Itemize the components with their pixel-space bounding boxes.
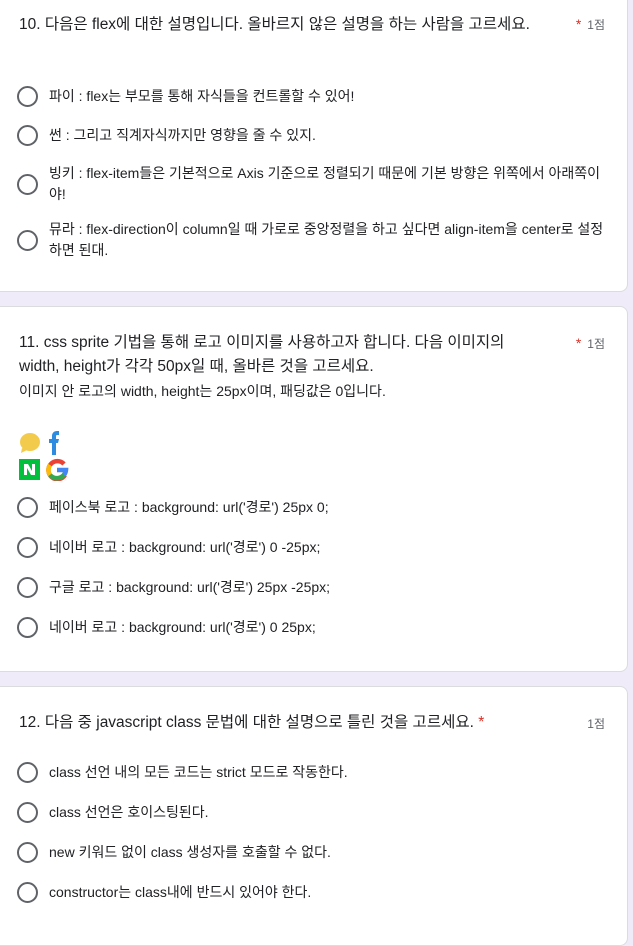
- option-label: 뮤라 : flex-direction이 column일 때 가로로 중앙정렬을…: [49, 221, 604, 258]
- radio-icon[interactable]: [17, 497, 38, 518]
- question-text: 10. 다음은 flex에 대한 설명입니다. 올바르지 않은 설명을 하는 사…: [19, 16, 530, 33]
- option-radio[interactable]: class 선언 내의 모든 코드는 strict 모드로 작동한다.: [17, 762, 348, 783]
- radio-icon[interactable]: [17, 173, 38, 195]
- option-radio[interactable]: 뮤라 : flex-direction이 column일 때 가로로 중앙정렬을…: [17, 219, 604, 261]
- option-label: 페이스북 로고 : background: url('경로') 25px 0;: [49, 499, 329, 515]
- question-description: 이미지 안 로고의 width, height는 25px이며, 패딩값은 0입…: [19, 383, 386, 399]
- option-radio[interactable]: 구글 로고 : background: url('경로') 25px -25px…: [17, 577, 330, 598]
- question-card-12: 12. 다음 중 javascript class 문법에 대한 설명으로 틀린…: [0, 686, 628, 946]
- points-label: 1점: [587, 337, 605, 351]
- naver-logo-icon: [19, 459, 40, 480]
- option-label: 구글 로고 : background: url('경로') 25px -25px…: [49, 579, 331, 595]
- option-radio[interactable]: 파이 : flex는 부모를 통해 자식들을 컨트롤할 수 있어!: [17, 86, 354, 107]
- points-label: 1점: [587, 18, 605, 32]
- points: 1점: [587, 715, 605, 732]
- radio-icon[interactable]: [17, 537, 38, 558]
- option-label: class 선언 내의 모든 코드는 strict 모드로 작동한다.: [49, 764, 348, 780]
- question-title: 10. 다음은 flex에 대한 설명입니다. 올바르지 않은 설명을 하는 사…: [0, 13, 627, 37]
- points-label: 1점: [587, 717, 605, 731]
- option-radio[interactable]: constructor는 class내에 반드시 있어야 한다.: [17, 882, 311, 903]
- google-logo-icon: [46, 458, 69, 481]
- option-label: new 키워드 없이 class 생성자를 호출할 수 없다.: [49, 844, 331, 860]
- question-title: 12. 다음 중 javascript class 문법에 대한 설명으로 틀린…: [0, 711, 627, 735]
- radio-icon[interactable]: [17, 882, 38, 903]
- option-radio[interactable]: 페이스북 로고 : background: url('경로') 25px 0;: [17, 497, 329, 518]
- option-radio[interactable]: class 선언은 호이스팅된다.: [17, 802, 209, 823]
- option-label: 네이버 로고 : background: url('경로') 0 -25px;: [49, 539, 321, 555]
- question-text: 11. css sprite 기법을 통해 로고 이미지를 사용하고자 합니다.…: [19, 334, 505, 375]
- option-radio[interactable]: 네이버 로고 : background: url('경로') 0 25px;: [17, 617, 316, 638]
- question-text: 12. 다음 중 javascript class 문법에 대한 설명으로 틀린…: [19, 714, 474, 731]
- radio-icon[interactable]: [17, 617, 38, 638]
- required-mark: *: [575, 16, 582, 32]
- option-radio[interactable]: new 키워드 없이 class 생성자를 호출할 수 없다.: [17, 842, 331, 863]
- option-label: 썬 : 그리고 직계자식까지만 영향을 줄 수 있지.: [49, 127, 316, 143]
- option-label: class 선언은 호이스팅된다.: [49, 804, 209, 820]
- radio-icon[interactable]: [17, 802, 38, 823]
- question-card-10: 10. 다음은 flex에 대한 설명입니다. 올바르지 않은 설명을 하는 사…: [0, 0, 628, 292]
- kakao-talk-logo-icon: [20, 433, 40, 453]
- facebook-logo-icon: [49, 431, 59, 455]
- radio-icon[interactable]: [17, 229, 38, 251]
- radio-icon[interactable]: [17, 762, 38, 783]
- option-radio[interactable]: 네이버 로고 : background: url('경로') 0 -25px;: [17, 537, 320, 558]
- radio-icon[interactable]: [17, 577, 38, 598]
- question-title: 11. css sprite 기법을 통해 로고 이미지를 사용하고자 합니다.…: [0, 331, 627, 403]
- required-mark: *: [575, 335, 582, 351]
- option-radio[interactable]: 썬 : 그리고 직계자식까지만 영향을 줄 수 있지.: [17, 125, 316, 146]
- question-card-11: 11. css sprite 기법을 통해 로고 이미지를 사용하고자 합니다.…: [0, 306, 628, 672]
- option-label: 네이버 로고 : background: url('경로') 0 25px;: [49, 619, 316, 635]
- points: * 1점: [576, 16, 605, 33]
- option-label: constructor는 class내에 반드시 있어야 한다.: [49, 884, 312, 900]
- radio-icon[interactable]: [17, 125, 38, 146]
- points: * 1점: [576, 335, 605, 352]
- radio-icon[interactable]: [17, 842, 38, 863]
- required-mark: *: [478, 714, 485, 731]
- radio-icon[interactable]: [17, 86, 38, 107]
- sprite-image: [19, 431, 69, 481]
- option-radio[interactable]: 빙키 : flex-item들은 기본적으로 Axis 기준으로 정렬되기 때문…: [17, 163, 604, 205]
- option-label: 빙키 : flex-item들은 기본적으로 Axis 기준으로 정렬되기 때문…: [49, 165, 601, 202]
- option-label: 파이 : flex는 부모를 통해 자식들을 컨트롤할 수 있어!: [49, 88, 355, 104]
